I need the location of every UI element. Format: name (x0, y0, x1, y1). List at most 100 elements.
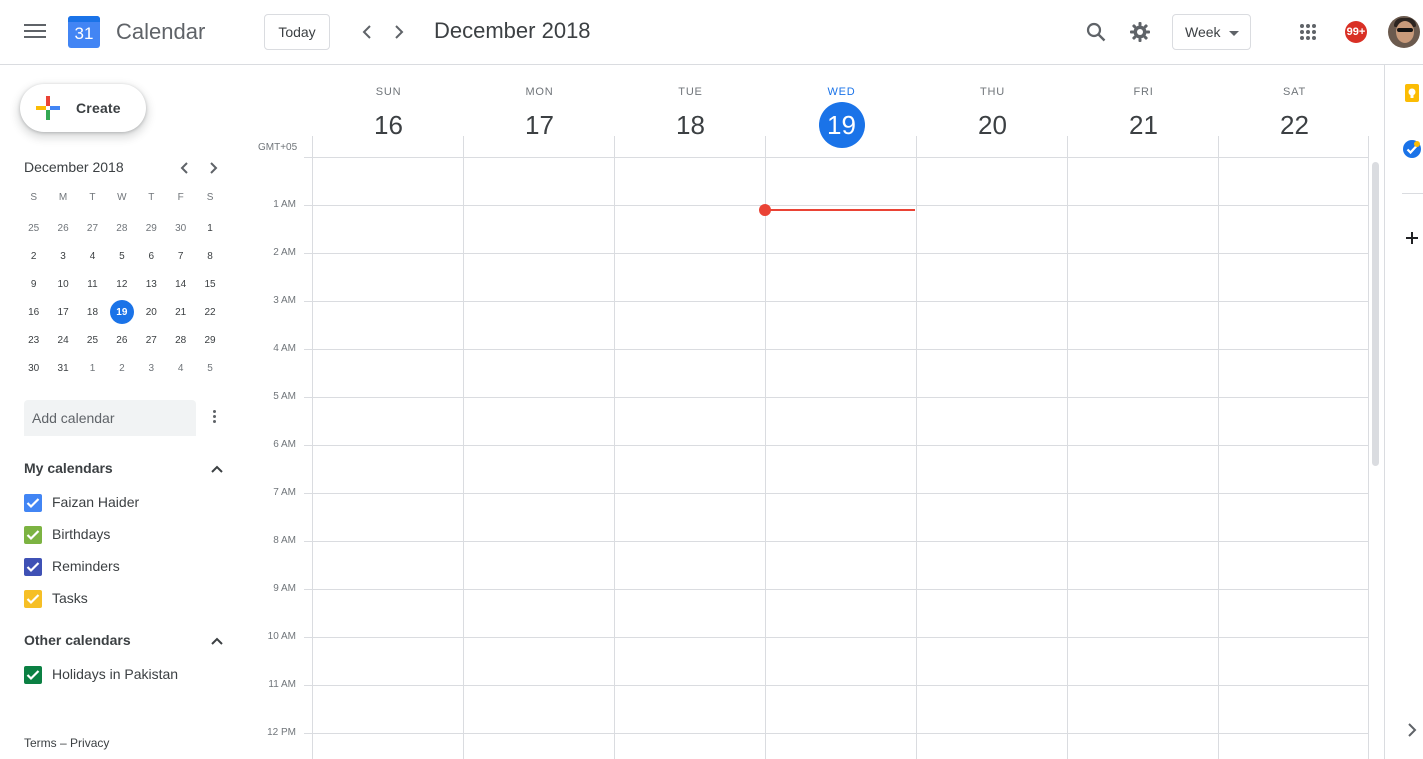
mini-calendar-day-number: 15 (204, 278, 216, 290)
mini-calendar-day-number: 25 (28, 222, 40, 234)
privacy-link[interactable]: Privacy (70, 736, 109, 750)
mini-calendar-day[interactable]: 5 (195, 354, 224, 382)
calendar-item[interactable]: Faizan Haider (24, 491, 224, 515)
day-of-week-label: FRI (1133, 86, 1154, 98)
mini-calendar-day-number: 21 (175, 306, 187, 318)
mini-calendar-day[interactable]: 24 (48, 326, 77, 354)
terms-link[interactable]: Terms (24, 736, 57, 750)
mini-calendar-day[interactable]: 12 (107, 270, 136, 298)
mini-calendar-day[interactable]: 28 (107, 214, 136, 242)
mini-calendar-day-number: 13 (145, 278, 157, 290)
mini-calendar-today[interactable]: 19 (107, 298, 136, 326)
main-menu-icon[interactable] (24, 24, 46, 40)
footer-separator: – (60, 736, 67, 750)
next-week-icon[interactable] (387, 20, 411, 44)
mini-calendar-day[interactable]: 4 (78, 242, 107, 270)
mini-calendar-day[interactable]: 1 (78, 354, 107, 382)
mini-calendar-day[interactable]: 26 (107, 326, 136, 354)
account-avatar[interactable] (1388, 16, 1420, 48)
mini-calendar-day[interactable]: 29 (195, 326, 224, 354)
mini-calendar-day[interactable]: 23 (19, 326, 48, 354)
time-label: 5 AM (273, 391, 296, 402)
calendar-checkbox[interactable] (24, 590, 42, 608)
mini-calendar-day[interactable]: 4 (166, 354, 195, 382)
google-apps-icon[interactable] (1294, 18, 1322, 46)
calendar-item[interactable]: Tasks (24, 587, 224, 611)
day-of-week-label: THU (979, 86, 1005, 98)
previous-week-icon[interactable] (355, 20, 379, 44)
mini-calendar-day[interactable]: 27 (137, 326, 166, 354)
add-calendar-input[interactable] (24, 400, 196, 436)
day-column-divider (463, 136, 464, 759)
calendar-item[interactable]: Holidays in Pakistan (24, 663, 224, 687)
calendar-logo-icon[interactable]: 31 (68, 16, 100, 48)
mini-calendar-day[interactable]: 3 (48, 242, 77, 270)
mini-calendar-day[interactable]: 9 (19, 270, 48, 298)
mini-calendar-day[interactable]: 14 (166, 270, 195, 298)
mini-calendar-day[interactable]: 18 (78, 298, 107, 326)
mini-calendar-weekday: S (30, 191, 38, 203)
settings-gear-icon[interactable] (1126, 18, 1154, 46)
other-calendars-header[interactable]: Other calendars (24, 632, 224, 652)
mini-calendar-day[interactable]: 30 (19, 354, 48, 382)
mini-calendar-day[interactable]: 25 (19, 214, 48, 242)
expand-panel-icon[interactable] (1402, 720, 1422, 740)
tasks-icon[interactable] (1402, 139, 1422, 159)
mini-calendar-day[interactable]: 5 (107, 242, 136, 270)
mini-calendar-day[interactable]: 2 (19, 242, 48, 270)
mini-calendar-day[interactable]: 27 (78, 214, 107, 242)
mini-calendar-day[interactable]: 13 (137, 270, 166, 298)
add-addon-icon[interactable] (1402, 228, 1422, 248)
notifications-badge[interactable]: 99+ (1345, 21, 1367, 43)
mini-calendar-day[interactable]: 11 (78, 270, 107, 298)
search-icon[interactable] (1082, 18, 1110, 46)
create-event-button[interactable]: Create (20, 84, 146, 132)
time-label: 1 AM (273, 199, 296, 210)
collapse-chevron-icon[interactable] (210, 634, 224, 648)
more-options-icon[interactable] (207, 408, 221, 428)
mini-calendar-day-number: 23 (28, 334, 40, 346)
keep-icon[interactable] (1402, 83, 1422, 103)
mini-calendar-day[interactable]: 8 (195, 242, 224, 270)
calendar-checkbox[interactable] (24, 558, 42, 576)
week-time-grid[interactable] (304, 136, 1369, 759)
mini-calendar-day[interactable]: 15 (195, 270, 224, 298)
calendar-item[interactable]: Reminders (24, 555, 224, 579)
app-title[interactable]: Calendar (116, 19, 205, 45)
mini-calendar-day-number: 5 (207, 362, 213, 374)
dropdown-caret-icon (1229, 31, 1239, 36)
mini-calendar-day[interactable]: 7 (166, 242, 195, 270)
view-selector-dropdown[interactable]: Week (1172, 14, 1251, 50)
mini-calendar-day[interactable]: 21 (166, 298, 195, 326)
calendar-checkbox[interactable] (24, 666, 42, 684)
calendar-name: Birthdays (52, 526, 111, 542)
mini-calendar-day[interactable]: 30 (166, 214, 195, 242)
mini-calendar-day[interactable]: 31 (48, 354, 77, 382)
mini-calendar-day-number: 1 (89, 362, 96, 374)
mini-calendar-day[interactable]: 25 (78, 326, 107, 354)
mini-calendar-day[interactable]: 6 (137, 242, 166, 270)
mini-calendar-day[interactable]: 28 (166, 326, 195, 354)
mini-calendar-day[interactable]: 3 (137, 354, 166, 382)
mini-calendar-day[interactable]: 26 (48, 214, 77, 242)
time-label: 12 PM (267, 727, 296, 738)
grid-scrollbar[interactable] (1372, 162, 1379, 466)
mini-calendar-day[interactable]: 29 (137, 214, 166, 242)
calendar-checkbox[interactable] (24, 526, 42, 544)
collapse-chevron-icon[interactable] (210, 462, 224, 476)
mini-calendar-day-number: 18 (86, 306, 99, 318)
my-calendars-header[interactable]: My calendars (24, 460, 224, 480)
mini-calendar-previous-icon[interactable] (175, 159, 193, 177)
today-button[interactable]: Today (264, 14, 330, 50)
mini-calendar-day[interactable]: 10 (48, 270, 77, 298)
mini-calendar-day[interactable]: 22 (195, 298, 224, 326)
calendar-checkbox[interactable] (24, 494, 42, 512)
mini-calendar-day[interactable]: 1 (195, 214, 224, 242)
time-label: 11 AM (268, 679, 296, 690)
mini-calendar-next-icon[interactable] (205, 159, 223, 177)
mini-calendar-day[interactable]: 17 (48, 298, 77, 326)
calendar-item[interactable]: Birthdays (24, 523, 224, 547)
mini-calendar-day[interactable]: 16 (19, 298, 48, 326)
mini-calendar-day[interactable]: 20 (137, 298, 166, 326)
mini-calendar-day[interactable]: 2 (107, 354, 136, 382)
